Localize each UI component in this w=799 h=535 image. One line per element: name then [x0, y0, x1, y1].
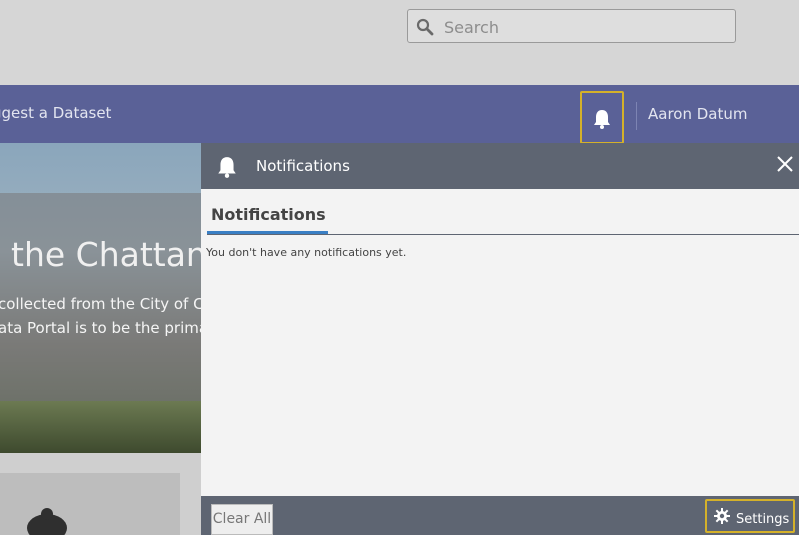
nav-divider	[636, 102, 637, 130]
search-icon	[416, 18, 434, 36]
search-input[interactable]	[442, 14, 726, 40]
close-icon[interactable]	[774, 153, 796, 175]
gear-icon	[714, 508, 730, 524]
tab-notifications[interactable]: Notifications	[208, 205, 329, 224]
notifications-panel-footer: Clear All Settings	[201, 496, 799, 535]
suggest-dataset-link[interactable]: ggest a Dataset	[0, 104, 111, 122]
hero-title: the Chattan	[11, 235, 201, 274]
hero-text-line: ata Portal is to be the prima	[0, 319, 201, 337]
top-header	[0, 0, 799, 85]
notifications-panel: Notifications Notifications You don't ha…	[201, 143, 799, 535]
user-menu[interactable]: Aaron Datum	[648, 105, 748, 123]
settings-button[interactable]: Settings	[705, 499, 795, 533]
clear-all-button[interactable]: Clear All	[211, 504, 273, 535]
notifications-panel-header: Notifications	[201, 143, 799, 189]
hero-text-line: collected from the City of Cl	[0, 295, 201, 313]
hero-image-foreground	[0, 401, 201, 453]
notifications-button[interactable]	[580, 91, 624, 144]
tab-divider	[207, 234, 799, 235]
empty-notifications-message: You don't have any notifications yet.	[206, 246, 407, 259]
bell-icon	[594, 110, 610, 129]
hero-banner: the Chattan collected from the City of C…	[0, 143, 201, 453]
notifications-panel-title: Notifications	[256, 157, 350, 175]
bell-icon	[218, 157, 236, 178]
search-box[interactable]	[407, 9, 736, 43]
category-icon	[27, 508, 67, 535]
settings-label: Settings	[736, 512, 790, 527]
